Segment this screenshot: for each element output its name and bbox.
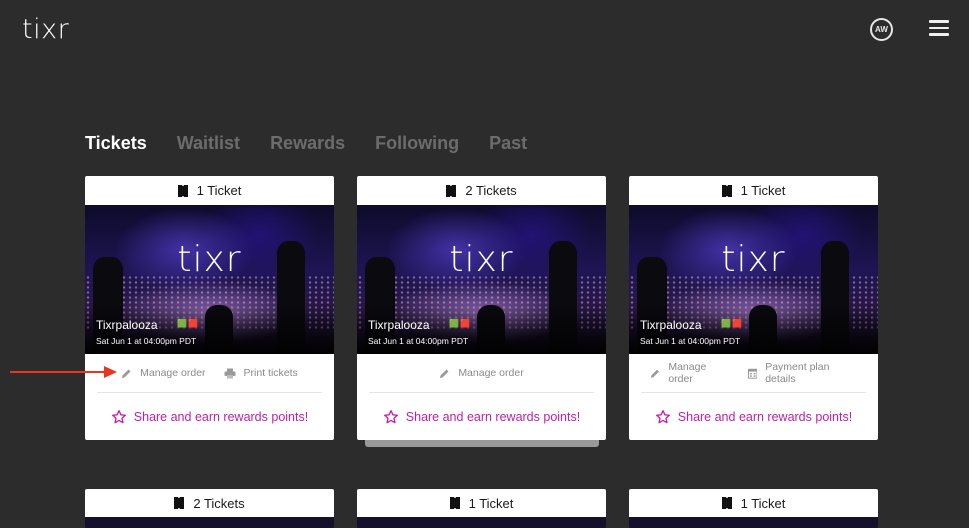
event-image[interactable]: tixr Tixrpalooza 🟩🟥 Sat Jun 1 at 04:00pm… bbox=[357, 205, 606, 354]
ticket-icon bbox=[177, 184, 188, 197]
manage-order-label: Manage order bbox=[668, 361, 707, 385]
payment-plan-label: Payment plan details bbox=[765, 361, 830, 385]
manage-order-button[interactable]: Manage order bbox=[650, 361, 730, 385]
ticket-count: 1 Ticket bbox=[468, 495, 514, 511]
share-earn-button[interactable]: Share and earn rewards points! bbox=[357, 393, 606, 440]
event-image[interactable]: tixr Tixrpalooza 🟩🟥 Sat Jun 1 at 04:00pm… bbox=[629, 205, 878, 354]
annotation-arrow bbox=[10, 371, 114, 373]
pencil-icon bbox=[650, 369, 659, 378]
ticket-count: 2 Tickets bbox=[193, 495, 245, 511]
manage-order-label: Manage order bbox=[140, 367, 206, 379]
ticket-count: 2 Tickets bbox=[465, 183, 517, 198]
ticket-count: 1 Ticket bbox=[740, 495, 786, 511]
star-icon bbox=[655, 409, 670, 423]
share-earn-button[interactable]: Share and earn rewards points! bbox=[85, 393, 334, 440]
share-label: Share and earn rewards points! bbox=[133, 409, 309, 424]
ticket-card: 1 Ticket bbox=[357, 489, 606, 528]
ticket-icon bbox=[449, 497, 460, 509]
event-date: Sat Jun 1 at 04:00pm PDT bbox=[640, 336, 741, 346]
event-image[interactable]: tixr Tixrpalooza 🟩🟥 Sat Jun 1 at 04:00pm… bbox=[85, 205, 334, 354]
event-name: Tixrpalooza bbox=[96, 318, 158, 332]
ticket-count: 1 Ticket bbox=[740, 183, 786, 198]
tab-tickets[interactable]: Tickets bbox=[85, 133, 147, 154]
event-date: Sat Jun 1 at 04:00pm PDT bbox=[368, 336, 469, 346]
share-earn-button[interactable]: Share and earn rewards points! bbox=[629, 393, 878, 440]
annotation-arrow-head bbox=[104, 366, 117, 378]
ticket-card: 1 Ticket bbox=[629, 489, 878, 528]
emoji-icons: 🟩🟥 bbox=[449, 319, 471, 328]
ticket-card: 1 Ticket tixr Tixrpalooza 🟩🟥 Sat Jun 1 a… bbox=[629, 176, 878, 440]
payment-plan-details-button[interactable]: Payment plan details bbox=[747, 361, 857, 385]
printer-icon bbox=[224, 368, 236, 378]
ticket-card: 2 Tickets tixr Tixrpalooza 🟩🟥 Sat Jun 1 … bbox=[357, 176, 606, 440]
print-tickets-label: Print tickets bbox=[243, 367, 298, 379]
hamburger-menu-icon[interactable] bbox=[929, 20, 949, 36]
ticket-icon bbox=[721, 184, 732, 197]
tab-past[interactable]: Past bbox=[489, 133, 527, 154]
manage-order-button[interactable]: Manage order bbox=[121, 367, 206, 379]
emoji-icons: 🟩🟥 bbox=[177, 319, 199, 328]
ticket-icon bbox=[174, 497, 185, 509]
user-avatar[interactable]: AW bbox=[870, 18, 893, 41]
event-image[interactable] bbox=[629, 517, 878, 528]
image-watermark: tixr bbox=[449, 239, 514, 280]
ticket-icon bbox=[446, 184, 457, 197]
pencil-icon bbox=[122, 369, 131, 378]
event-name: Tixrpalooza bbox=[368, 318, 430, 332]
event-name: Tixrpalooza bbox=[640, 318, 702, 332]
event-image[interactable] bbox=[85, 517, 334, 528]
calendar-icon bbox=[747, 368, 758, 379]
star-icon bbox=[111, 409, 126, 423]
card-header: 2 Tickets bbox=[357, 176, 606, 205]
ticket-count: 1 Ticket bbox=[196, 183, 242, 198]
card-actions: Manage order bbox=[369, 354, 594, 393]
card-actions: Manage order Payment plan details bbox=[641, 354, 866, 393]
tab-following[interactable]: Following bbox=[375, 133, 459, 154]
ticket-card: 1 Ticket tixr Tixrpalooza 🟩🟥 Sat Jun 1 a… bbox=[85, 176, 334, 440]
share-label: Share and earn rewards points! bbox=[405, 409, 581, 424]
tab-rewards[interactable]: Rewards bbox=[270, 133, 345, 154]
manage-order-label: Manage order bbox=[458, 367, 524, 379]
card-header: 1 Ticket bbox=[629, 489, 878, 517]
card-header: 1 Ticket bbox=[85, 176, 334, 205]
tab-bar: Tickets Waitlist Rewards Following Past bbox=[85, 133, 557, 154]
tab-waitlist[interactable]: Waitlist bbox=[177, 133, 240, 154]
card-header: 1 Ticket bbox=[629, 176, 878, 205]
card-header: 2 Tickets bbox=[85, 489, 334, 517]
tixr-logo[interactable]: tixr bbox=[22, 14, 69, 45]
event-image[interactable] bbox=[357, 517, 606, 528]
card-actions: Manage order Print tickets bbox=[97, 354, 322, 393]
image-watermark: tixr bbox=[177, 239, 242, 280]
image-watermark: tixr bbox=[721, 239, 786, 280]
emoji-icons: 🟩🟥 bbox=[721, 319, 743, 328]
manage-order-button[interactable]: Manage order bbox=[439, 367, 524, 379]
pencil-icon bbox=[440, 369, 449, 378]
card-header: 1 Ticket bbox=[357, 489, 606, 517]
event-date: Sat Jun 1 at 04:00pm PDT bbox=[96, 336, 197, 346]
star-icon bbox=[383, 409, 398, 423]
print-tickets-button[interactable]: Print tickets bbox=[224, 367, 298, 379]
ticket-icon bbox=[721, 497, 732, 509]
share-label: Share and earn rewards points! bbox=[677, 409, 853, 424]
ticket-card: 2 Tickets bbox=[85, 489, 334, 528]
